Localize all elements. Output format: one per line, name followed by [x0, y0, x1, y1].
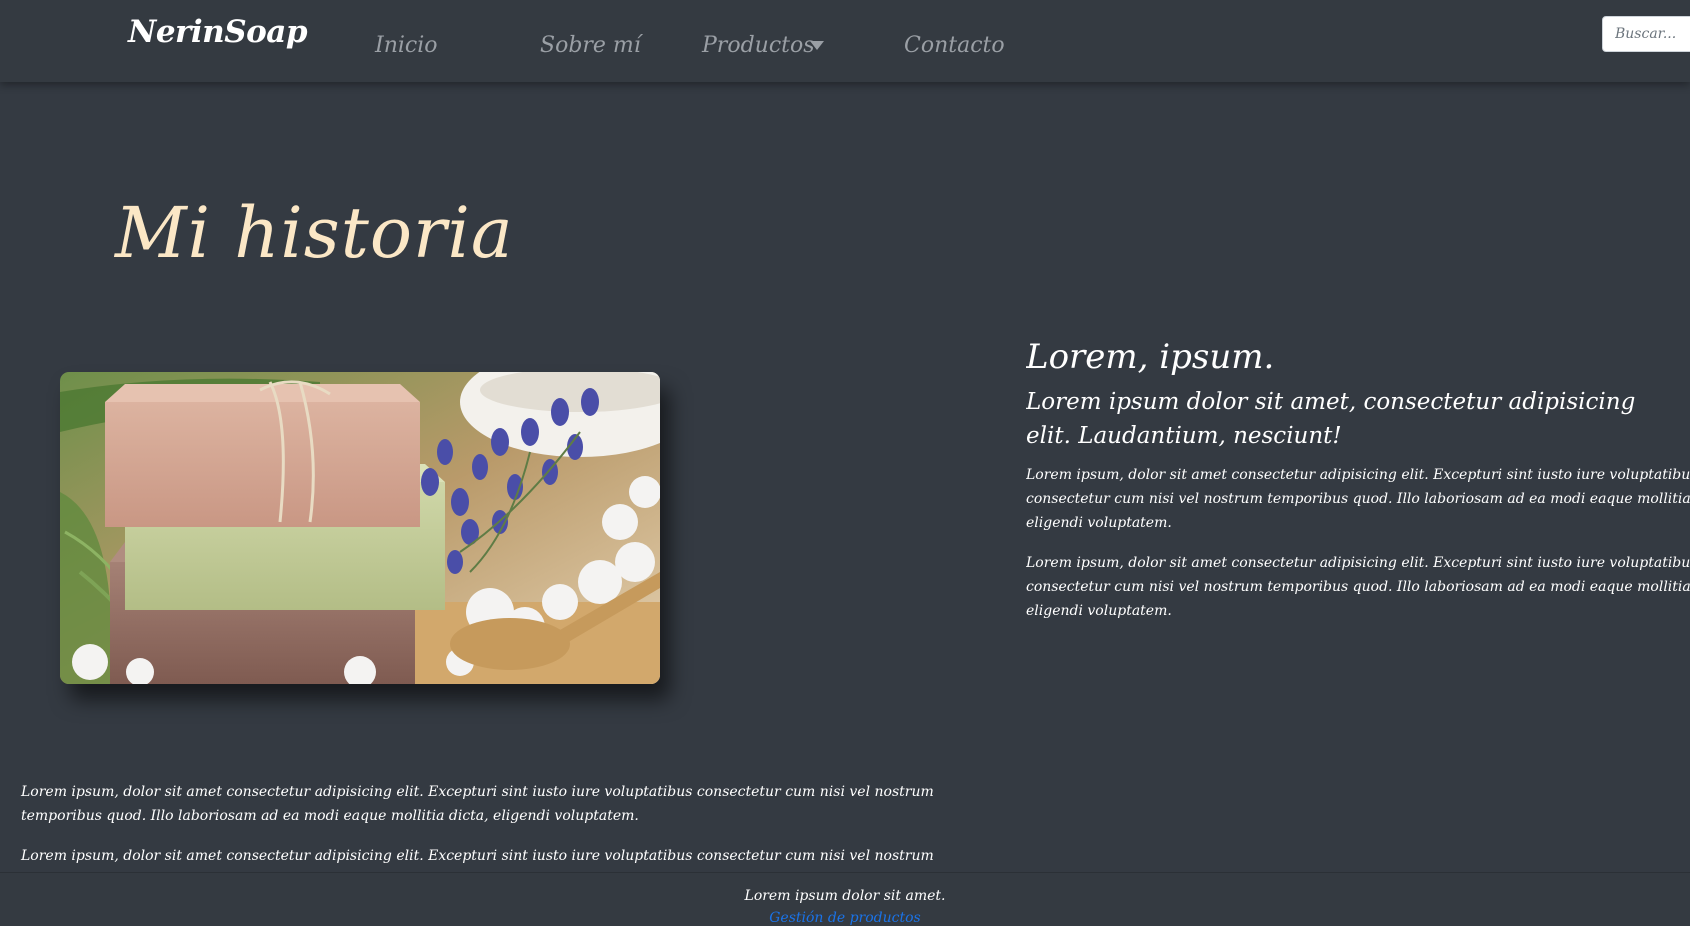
- search-input[interactable]: [1602, 16, 1690, 52]
- caret-down-icon[interactable]: [810, 41, 824, 50]
- nav-item-inicio[interactable]: Inicio: [375, 33, 438, 58]
- article-heading: Lorem, ipsum.: [1026, 337, 1275, 377]
- nav-item-contacto[interactable]: Contacto: [904, 33, 1005, 58]
- nav-item-productos[interactable]: Productos: [702, 33, 815, 58]
- navbar: NerinSoap Inicio Sobre mí Productos Cont…: [0, 0, 1690, 82]
- page: NerinSoap Inicio Sobre mí Productos Cont…: [0, 0, 1690, 926]
- article-subheading: Lorem ipsum dolor sit amet, consectetur …: [1026, 389, 1636, 449]
- soap-photo: [60, 372, 660, 684]
- article-paragraph: Lorem ipsum, dolor sit amet consectetur …: [1026, 467, 1690, 531]
- nav-item-sobre-mi[interactable]: Sobre mí: [540, 33, 641, 58]
- page-title: Mi historia: [115, 192, 514, 274]
- article-paragraph: Lorem ipsum, dolor sit amet consectetur …: [1026, 555, 1690, 619]
- footer-text: Lorem ipsum dolor sit amet.: [744, 888, 946, 904]
- manage-products-link[interactable]: Gestión de productos: [0, 907, 1690, 926]
- story-paragraph: Lorem ipsum, dolor sit amet consectetur …: [21, 784, 934, 824]
- brand-logo[interactable]: NerinSoap: [128, 14, 308, 50]
- article-section: Lorem, ipsum. Lorem ipsum dolor sit amet…: [1026, 335, 1690, 623]
- footer: Lorem ipsum dolor sit amet. Gestión de p…: [0, 872, 1690, 926]
